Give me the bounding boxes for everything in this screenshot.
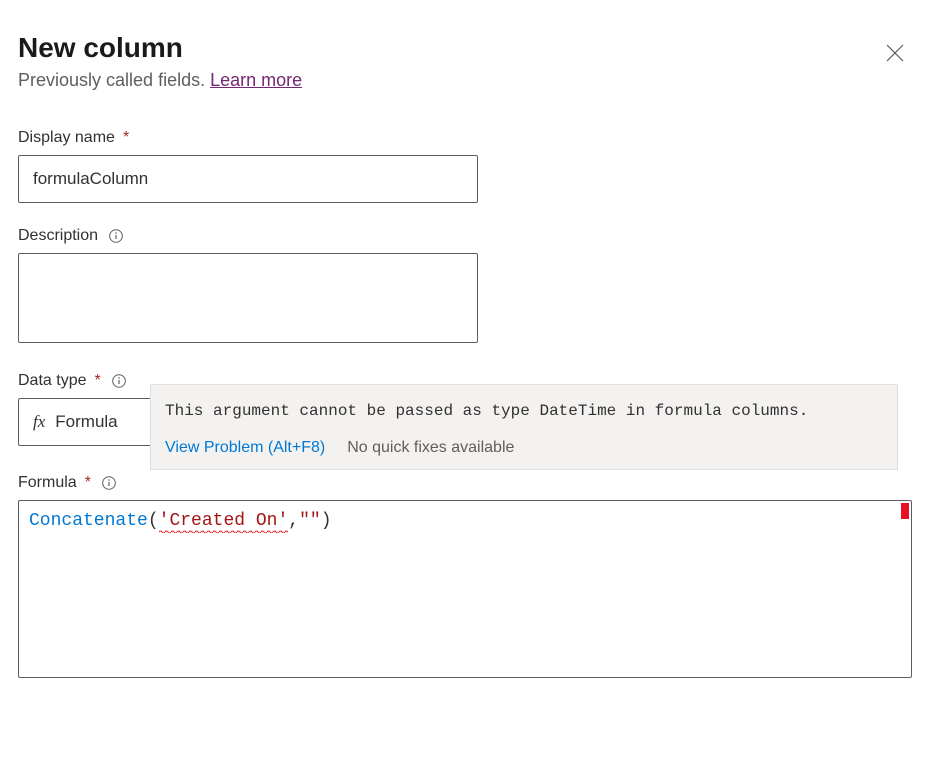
info-icon[interactable]: [111, 373, 127, 389]
page-subtitle: Previously called fields. Learn more: [18, 70, 302, 91]
error-marker[interactable]: [901, 503, 909, 519]
learn-more-link[interactable]: Learn more: [210, 70, 302, 90]
data-type-value: Formula: [55, 412, 117, 432]
required-indicator: *: [123, 129, 129, 147]
error-message: This argument cannot be passed as type D…: [151, 385, 897, 433]
description-label: Description: [18, 227, 912, 245]
close-button[interactable]: [878, 36, 912, 70]
formula-label: Formula*: [18, 474, 912, 492]
info-icon[interactable]: [108, 228, 124, 244]
info-icon[interactable]: [101, 475, 117, 491]
formula-editor[interactable]: Concatenate('Created On',""): [18, 500, 912, 678]
description-input[interactable]: [18, 253, 478, 343]
required-indicator: *: [85, 474, 91, 492]
required-indicator: *: [94, 372, 100, 390]
formula-content: Concatenate('Created On',""): [29, 511, 901, 531]
error-tooltip: This argument cannot be passed as type D…: [150, 384, 898, 470]
display-name-label: Display name*: [18, 129, 912, 147]
view-problem-link[interactable]: View Problem (Alt+F8): [165, 439, 325, 457]
subtitle-text: Previously called fields.: [18, 70, 210, 90]
display-name-input[interactable]: [18, 155, 478, 203]
close-icon: [886, 44, 904, 62]
page-title: New column: [18, 32, 302, 64]
fx-icon: fx: [33, 412, 45, 432]
no-fixes-text: No quick fixes available: [347, 439, 514, 457]
